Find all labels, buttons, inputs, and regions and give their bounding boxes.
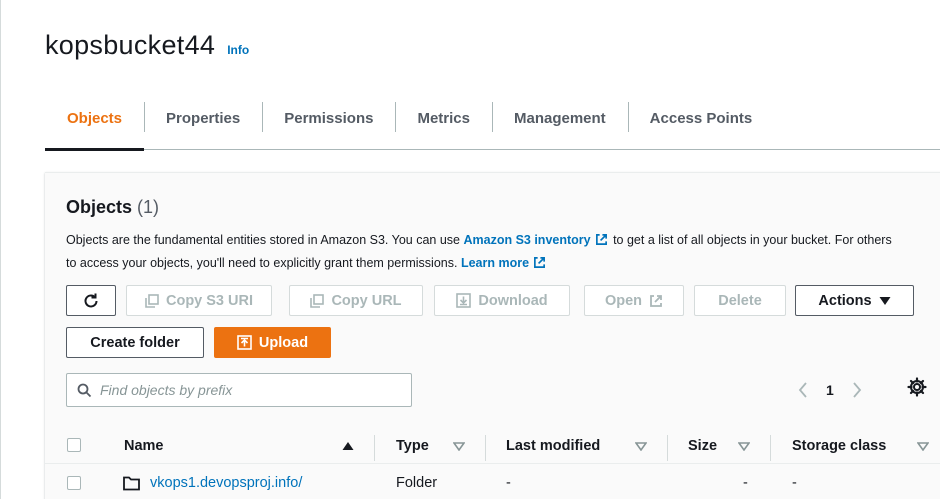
copy-s3-uri-label: Copy S3 URI: [165, 292, 253, 309]
column-label: Last modified: [506, 438, 601, 454]
settings-button[interactable]: [905, 375, 929, 399]
table-header: Name Type Last modified Size Storage cla…: [45, 428, 940, 464]
chevron-left-icon[interactable]: [798, 382, 808, 398]
tab-management[interactable]: Management: [491, 96, 628, 150]
download-label: Download: [478, 292, 548, 309]
info-link[interactable]: Info: [227, 43, 249, 57]
tab-access-points[interactable]: Access Points: [627, 96, 775, 150]
objects-heading-label: Objects: [66, 197, 133, 217]
column-label: Type: [396, 438, 429, 454]
sort-icon[interactable]: [453, 442, 465, 451]
caret-down-icon: [879, 296, 891, 305]
tab-label: Permissions: [284, 109, 374, 127]
tab-label: Access Points: [649, 109, 753, 127]
objects-count: (1): [137, 197, 160, 217]
tab-bar: Objects Properties Permissions Metrics M…: [45, 96, 940, 151]
upload-icon: [237, 335, 252, 350]
tab-permissions[interactable]: Permissions: [262, 96, 395, 150]
pagination: 1: [798, 373, 862, 407]
download-button[interactable]: Download: [434, 285, 570, 316]
search-box: [66, 373, 412, 407]
column-header-name[interactable]: Name: [124, 428, 164, 464]
select-all-checkbox[interactable]: [67, 438, 81, 452]
table-row: vkops1.devopsproj.info/ Folder - - -: [45, 469, 940, 499]
objects-heading: Objects (1): [66, 197, 159, 218]
tab-metrics[interactable]: Metrics: [395, 96, 492, 150]
refresh-button[interactable]: [66, 285, 116, 316]
copy-icon: [310, 293, 325, 308]
sort-icon[interactable]: [917, 442, 929, 451]
chevron-right-icon[interactable]: [852, 382, 862, 398]
folder-icon: [123, 476, 140, 490]
objects-panel: Objects (1) Objects are the fundamental …: [45, 172, 940, 499]
sort-icon[interactable]: [738, 442, 750, 451]
page-title: kopsbucket44: [45, 30, 216, 60]
delete-button[interactable]: Delete: [694, 285, 786, 316]
column-divider: [770, 435, 771, 461]
s3-inventory-link[interactable]: Amazon S3 inventory: [463, 233, 590, 247]
column-divider: [667, 435, 668, 461]
learn-more-link[interactable]: Learn more: [461, 256, 529, 270]
copy-url-label: Copy URL: [331, 292, 402, 309]
tab-label: Objects: [67, 109, 123, 127]
objects-description: Objects are the fundamental entities sto…: [66, 229, 896, 275]
actions-label: Actions: [818, 292, 872, 309]
size-cell: -: [743, 475, 748, 491]
column-label: Size: [688, 438, 718, 454]
column-divider: [485, 435, 486, 461]
column-label: Storage class: [792, 438, 887, 454]
actions-dropdown[interactable]: Actions: [795, 285, 914, 316]
column-label: Name: [124, 438, 164, 454]
open-button[interactable]: Open: [584, 285, 684, 316]
page-number[interactable]: 1: [826, 382, 834, 398]
external-link-icon: [534, 257, 546, 268]
gear-icon: [907, 377, 927, 397]
storage-class-cell: -: [792, 475, 797, 491]
row-checkbox[interactable]: [67, 476, 81, 490]
upload-button[interactable]: Upload: [214, 327, 331, 358]
delete-label: Delete: [718, 292, 762, 309]
last-modified-cell: -: [506, 475, 511, 491]
copy-icon: [145, 293, 159, 308]
copy-s3-uri-button[interactable]: Copy S3 URI: [126, 285, 272, 316]
column-header-type[interactable]: Type: [396, 428, 429, 464]
search-icon: [77, 383, 92, 397]
search-input[interactable]: [100, 382, 400, 398]
create-folder-label: Create folder: [90, 334, 180, 351]
create-folder-button[interactable]: Create folder: [66, 327, 204, 358]
column-header-last-modified[interactable]: Last modified: [506, 428, 600, 464]
column-header-size[interactable]: Size: [688, 428, 717, 464]
column-divider: [374, 435, 375, 461]
column-header-storage-class[interactable]: Storage class: [792, 428, 886, 464]
external-link-icon: [595, 234, 607, 245]
upload-label: Upload: [258, 334, 309, 351]
sort-icon[interactable]: [635, 442, 647, 451]
description-text: Objects are the fundamental entities sto…: [66, 233, 464, 247]
tab-properties[interactable]: Properties: [144, 96, 262, 150]
open-label: Open: [604, 292, 643, 309]
page-header: kopsbucket44 Info: [45, 30, 249, 61]
tab-label: Metrics: [417, 109, 470, 127]
left-border: [0, 0, 3, 499]
external-link-icon: [650, 294, 662, 307]
object-name-link[interactable]: vkops1.devopsproj.info/: [150, 475, 302, 491]
sort-ascending-icon[interactable]: [342, 441, 354, 451]
tab-objects[interactable]: Objects: [45, 96, 145, 151]
tab-label: Properties: [166, 109, 241, 127]
tab-label: Management: [513, 109, 606, 127]
refresh-icon: [84, 293, 98, 307]
type-cell: Folder: [396, 475, 438, 491]
name-cell: vkops1.devopsproj.info/: [123, 469, 302, 497]
copy-url-button[interactable]: Copy URL: [289, 285, 423, 316]
download-icon: [456, 293, 472, 308]
